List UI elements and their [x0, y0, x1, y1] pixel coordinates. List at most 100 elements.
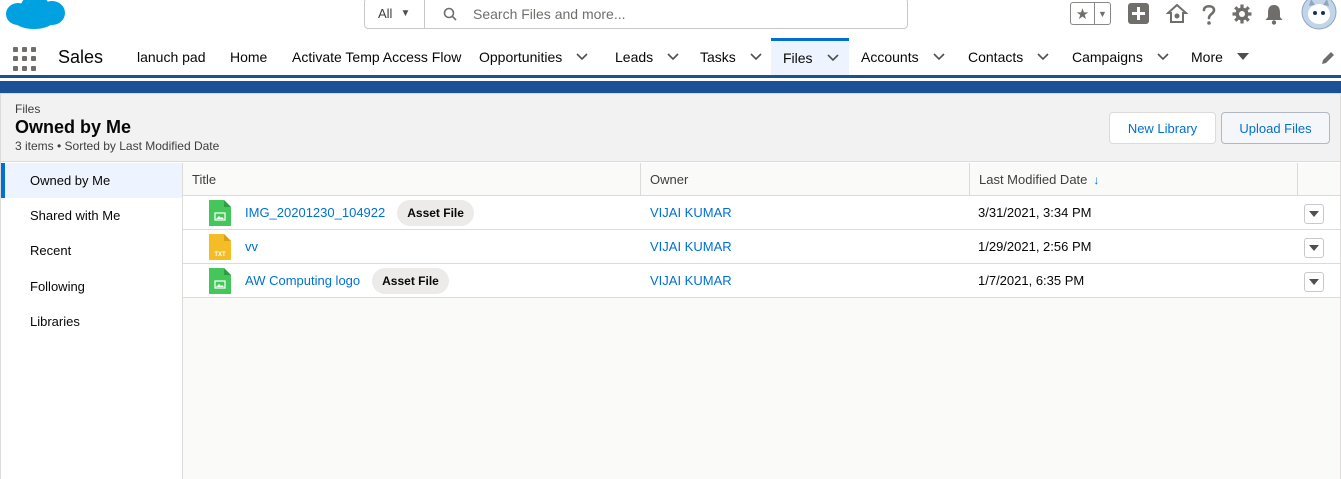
nav-item-more[interactable]: More: [1191, 38, 1249, 75]
search-scope-label: All: [378, 6, 393, 21]
row-actions-dropdown[interactable]: [1304, 272, 1324, 292]
table-row: TXT vv VIJAI KUMAR 1/29/2021, 2:56 PM: [183, 230, 1340, 264]
txt-file-icon: TXT: [209, 233, 231, 260]
table-header: Title Owner Last Modified Date ↓: [183, 163, 1340, 196]
image-file-icon: [209, 267, 231, 294]
caret-down-icon: [1309, 279, 1319, 285]
nav-item-activate-temp-access-flow[interactable]: Activate Temp Access Flow: [292, 38, 461, 75]
favorites-button-group: ★ ▼: [1070, 2, 1111, 25]
salesforce-logo[interactable]: [4, 0, 66, 30]
column-header-owner[interactable]: Owner: [641, 163, 970, 196]
search-input[interactable]: Search Files and more...: [425, 0, 907, 28]
list-meta: 3 items • Sorted by Last Modified Date: [15, 139, 220, 153]
nav-item-accounts[interactable]: Accounts: [861, 38, 945, 75]
nav-item-contacts[interactable]: Contacts: [968, 38, 1049, 75]
table-row: AW Computing logo Asset File VIJAI KUMAR…: [183, 264, 1340, 298]
setup-gear-icon[interactable]: [1232, 4, 1252, 24]
nav-item-label: More: [1191, 48, 1223, 65]
row-actions-dropdown[interactable]: [1304, 238, 1324, 258]
owner-link[interactable]: VIJAI KUMAR: [650, 273, 732, 288]
file-title-link[interactable]: AW Computing logo: [245, 273, 360, 288]
owner-cell: VIJAI KUMAR: [650, 230, 732, 263]
list-view-header: Files Owned by Me 3 items • Sorted by La…: [1, 94, 1340, 162]
chevron-down-icon[interactable]: [933, 52, 945, 61]
global-search: All ▼ Search Files and more...: [364, 0, 908, 29]
favorites-star-icon[interactable]: ★: [1071, 3, 1095, 24]
title-cell: IMG_20201230_104922 Asset File: [209, 196, 474, 229]
new-library-button[interactable]: New Library: [1109, 112, 1216, 144]
owner-cell: VIJAI KUMAR: [650, 196, 732, 229]
asset-file-badge: Asset File: [397, 199, 474, 226]
nav-item-label: Campaigns: [1072, 48, 1143, 65]
modified-date-cell: 3/31/2021, 3:34 PM: [978, 196, 1091, 229]
table-row: IMG_20201230_104922 Asset File VIJAI KUM…: [183, 196, 1340, 230]
chevron-down-icon[interactable]: [667, 52, 679, 61]
chevron-down-icon[interactable]: [1037, 52, 1049, 61]
files-sidebar: Owned by Me Shared with Me Recent Follow…: [1, 163, 183, 479]
row-actions-dropdown[interactable]: [1304, 204, 1324, 224]
nav-item-home[interactable]: Home: [230, 38, 267, 75]
nav-item-tasks[interactable]: Tasks: [700, 38, 762, 75]
search-placeholder: Search Files and more...: [473, 5, 626, 22]
column-header-label: Owner: [650, 172, 689, 187]
owner-link[interactable]: VIJAI KUMAR: [650, 205, 732, 220]
app-name: Sales: [58, 47, 104, 67]
notifications-bell-icon[interactable]: [1264, 3, 1284, 25]
search-icon: [443, 7, 457, 21]
search-scope-dropdown[interactable]: All ▼: [365, 0, 425, 28]
sidebar-item-owned-by-me[interactable]: Owned by Me: [1, 163, 182, 198]
app-launcher-icon[interactable]: [13, 47, 37, 71]
app-navigation-bar: Sales lanuch pad Home Activate Temp Acce…: [0, 38, 1341, 78]
modified-date-cell: 1/29/2021, 2:56 PM: [978, 230, 1091, 263]
caret-down-icon: [1309, 211, 1319, 217]
file-title-link[interactable]: IMG_20201230_104922: [245, 205, 385, 220]
chevron-down-icon[interactable]: [826, 54, 839, 62]
nav-item-label: Files: [783, 50, 813, 66]
image-file-icon: [209, 199, 231, 226]
edit-nav-pencil-icon[interactable]: [1321, 51, 1335, 65]
object-name: Files: [15, 102, 41, 116]
add-icon[interactable]: [1128, 3, 1149, 24]
global-header: All ▼ Search Files and more... ★ ▼: [0, 0, 1341, 32]
owner-link[interactable]: VIJAI KUMAR: [650, 239, 732, 254]
help-icon[interactable]: [1201, 3, 1217, 26]
nav-item-leads[interactable]: Leads: [615, 38, 679, 75]
sort-descending-icon: ↓: [1093, 172, 1100, 187]
asset-file-badge: Asset File: [372, 267, 449, 294]
nav-item-campaigns[interactable]: Campaigns: [1072, 38, 1169, 75]
caret-down-icon[interactable]: [1236, 52, 1249, 61]
column-header-title[interactable]: Title: [183, 163, 641, 196]
file-type-label: TXT: [214, 252, 226, 258]
favorites-list-dropdown[interactable]: ▼: [1095, 3, 1110, 24]
nav-item-label: Tasks: [700, 48, 736, 65]
nav-item-files[interactable]: Files: [771, 38, 849, 75]
chevron-down-icon[interactable]: [750, 52, 762, 61]
brand-banner: [0, 81, 1341, 93]
nav-item-label: Leads: [615, 48, 654, 65]
chevron-down-icon[interactable]: [576, 52, 588, 61]
trailhead-icon[interactable]: [1166, 3, 1188, 25]
column-header-last-modified-date[interactable]: Last Modified Date ↓: [970, 163, 1298, 196]
page-title: Owned by Me: [15, 117, 132, 137]
sidebar-item-libraries[interactable]: Libraries: [1, 304, 182, 339]
caret-down-icon: [1309, 245, 1319, 251]
nav-item-label: lanuch pad: [137, 48, 206, 65]
column-header-label: Title: [192, 172, 217, 187]
sidebar-item-recent[interactable]: Recent: [1, 233, 182, 268]
nav-item-opportunities[interactable]: Opportunities: [479, 38, 588, 75]
owner-cell: VIJAI KUMAR: [650, 264, 732, 297]
sidebar-item-following[interactable]: Following: [1, 269, 182, 304]
nav-item-label: Contacts: [968, 48, 1024, 65]
modified-date: 1/7/2021, 6:35 PM: [978, 273, 1085, 288]
nav-item-label: Accounts: [861, 48, 919, 65]
title-cell: AW Computing logo Asset File: [209, 264, 449, 297]
chevron-down-icon[interactable]: [1157, 52, 1169, 61]
modified-date: 1/29/2021, 2:56 PM: [978, 239, 1092, 254]
nav-item-label: Home: [230, 48, 268, 65]
file-title-link[interactable]: vv: [245, 239, 258, 254]
nav-item-lanuch-pad[interactable]: lanuch pad: [137, 38, 206, 75]
upload-files-button[interactable]: Upload Files: [1221, 112, 1330, 144]
nav-item-label: Opportunities: [479, 48, 563, 65]
sidebar-item-shared-with-me[interactable]: Shared with Me: [1, 198, 182, 233]
avatar[interactable]: [1301, 0, 1337, 30]
